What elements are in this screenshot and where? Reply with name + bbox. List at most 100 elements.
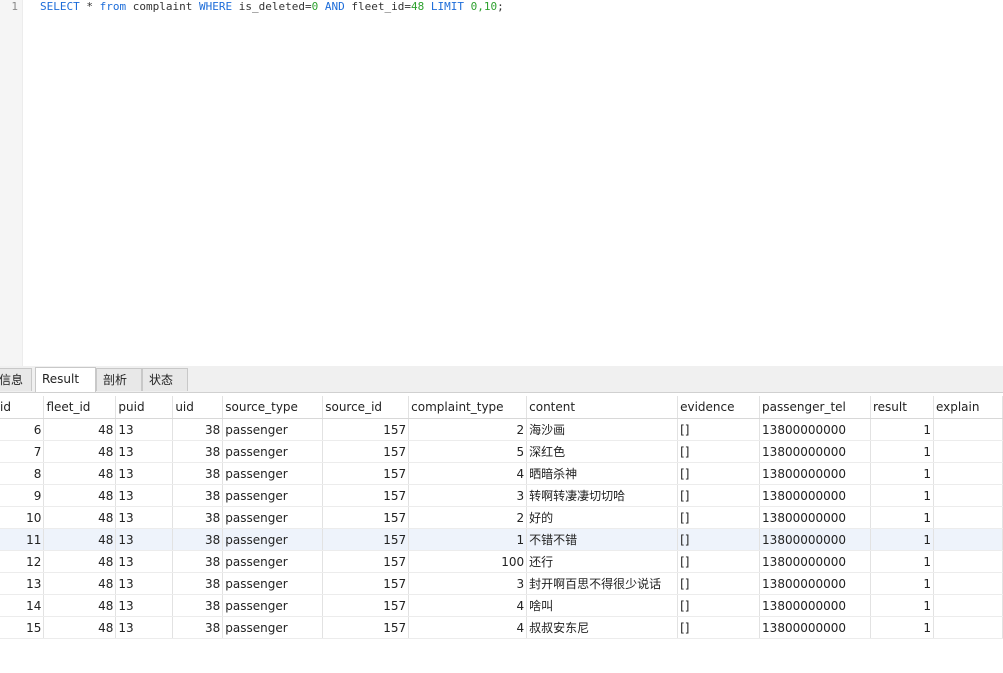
cell-content[interactable]: 转啊转凄凄切切哈 xyxy=(526,484,679,507)
cell-id[interactable]: 8 xyxy=(0,462,45,485)
cell-complaint-type[interactable]: 1 xyxy=(408,528,528,551)
cell-uid[interactable]: 38 xyxy=(172,484,224,507)
cell-source-id[interactable]: 157 xyxy=(322,550,410,573)
cell-id[interactable]: 12 xyxy=(0,550,45,573)
cell-result[interactable]: 1 xyxy=(870,616,934,639)
cell-fleet-id[interactable]: 48 xyxy=(43,484,117,507)
cell-id[interactable]: 9 xyxy=(0,484,45,507)
column-header-fleet-id[interactable]: fleet_id xyxy=(43,396,117,419)
tab-info[interactable]: 信息 xyxy=(0,368,32,391)
cell-puid[interactable]: 13 xyxy=(115,572,174,595)
cell-source-type[interactable]: passenger xyxy=(222,572,324,595)
cell-result[interactable]: 1 xyxy=(870,440,934,463)
cell-result[interactable]: 1 xyxy=(870,572,934,595)
cell-evidence[interactable]: [] xyxy=(677,528,761,551)
cell-puid[interactable]: 13 xyxy=(115,550,174,573)
cell-uid[interactable]: 38 xyxy=(172,462,224,485)
table-row[interactable]: 9 48 13 38 passenger 157 3 转啊转凄凄切切哈[] 1380000000… xyxy=(0,484,1003,507)
cell-explain[interactable] xyxy=(933,528,1003,551)
column-header-id[interactable]: id xyxy=(0,396,45,419)
column-header-puid[interactable]: puid xyxy=(115,396,174,419)
cell-explain[interactable] xyxy=(933,594,1003,617)
cell-passenger-tel[interactable]: 13800000000 xyxy=(759,440,871,463)
cell-source-type[interactable]: passenger xyxy=(222,550,324,573)
cell-complaint-type[interactable]: 4 xyxy=(408,594,528,617)
cell-complaint-type[interactable]: 2 xyxy=(408,418,528,441)
cell-puid[interactable]: 13 xyxy=(115,528,174,551)
table-row[interactable]: 12 48 13 38 passenger 157 100 还行[] 13800000000 1 xyxy=(0,550,1003,573)
cell-puid[interactable]: 13 xyxy=(115,484,174,507)
cell-explain[interactable] xyxy=(933,462,1003,485)
tab-result-1[interactable]: Result 1 xyxy=(35,367,96,409)
cell-evidence[interactable]: [] xyxy=(677,462,761,485)
cell-fleet-id[interactable]: 48 xyxy=(43,506,117,529)
cell-explain[interactable] xyxy=(933,440,1003,463)
cell-fleet-id[interactable]: 48 xyxy=(43,462,117,485)
column-header-complaint-type[interactable]: complaint_type xyxy=(408,396,528,419)
cell-evidence[interactable]: [] xyxy=(677,484,761,507)
cell-explain[interactable] xyxy=(933,418,1003,441)
cell-id[interactable]: 13 xyxy=(0,572,45,595)
cell-id[interactable]: 15 xyxy=(0,616,45,639)
cell-content[interactable]: 啥叫 xyxy=(526,594,679,617)
cell-content[interactable]: 好的 xyxy=(526,506,679,529)
cell-source-id[interactable]: 157 xyxy=(322,506,410,529)
cell-uid[interactable]: 38 xyxy=(172,440,224,463)
cell-result[interactable]: 1 xyxy=(870,550,934,573)
cell-source-id[interactable]: 157 xyxy=(322,616,410,639)
cell-complaint-type[interactable]: 3 xyxy=(408,484,528,507)
cell-uid[interactable]: 38 xyxy=(172,418,224,441)
sql-editor[interactable]: 1 SELECT * from complaint WHERE is_delet… xyxy=(0,0,1003,366)
cell-passenger-tel[interactable]: 13800000000 xyxy=(759,418,871,441)
cell-uid[interactable]: 38 xyxy=(172,550,224,573)
cell-passenger-tel[interactable]: 13800000000 xyxy=(759,528,871,551)
cell-source-type[interactable]: passenger xyxy=(222,506,324,529)
cell-content[interactable]: 叔叔安东尼 xyxy=(526,616,679,639)
cell-fleet-id[interactable]: 48 xyxy=(43,594,117,617)
cell-explain[interactable] xyxy=(933,484,1003,507)
column-header-passenger-tel[interactable]: passenger_tel xyxy=(759,396,871,419)
cell-evidence[interactable]: [] xyxy=(677,506,761,529)
cell-uid[interactable]: 38 xyxy=(172,572,224,595)
result-grid[interactable]: id fleet_id puid uid source_type source_id com… xyxy=(0,396,1003,639)
table-row[interactable]: 8 48 13 38 passenger 157 4 晒暗杀神[] 13800000000 1 xyxy=(0,462,1003,485)
cell-explain[interactable] xyxy=(933,572,1003,595)
sql-query-line[interactable]: SELECT * from complaint WHERE is_deleted… xyxy=(40,0,504,14)
cell-result[interactable]: 1 xyxy=(870,462,934,485)
cell-result[interactable]: 1 xyxy=(870,506,934,529)
cell-result[interactable]: 1 xyxy=(870,528,934,551)
cell-fleet-id[interactable]: 48 xyxy=(43,418,117,441)
cell-uid[interactable]: 38 xyxy=(172,594,224,617)
cell-content[interactable]: 晒暗杀神 xyxy=(526,462,679,485)
cell-puid[interactable]: 13 xyxy=(115,462,174,485)
cell-fleet-id[interactable]: 48 xyxy=(43,528,117,551)
cell-content[interactable]: 不错不错 xyxy=(526,528,679,551)
cell-evidence[interactable]: [] xyxy=(677,616,761,639)
table-row[interactable]: 6 48 13 38 passenger 157 2 海沙画[] 13800000000 1 xyxy=(0,418,1003,441)
cell-explain[interactable] xyxy=(933,550,1003,573)
cell-result[interactable]: 1 xyxy=(870,418,934,441)
column-header-content[interactable]: content xyxy=(526,396,679,419)
cell-evidence[interactable]: [] xyxy=(677,440,761,463)
cell-source-type[interactable]: passenger xyxy=(222,418,324,441)
cell-passenger-tel[interactable]: 13800000000 xyxy=(759,506,871,529)
cell-fleet-id[interactable]: 48 xyxy=(43,550,117,573)
cell-passenger-tel[interactable]: 13800000000 xyxy=(759,572,871,595)
cell-source-id[interactable]: 157 xyxy=(322,594,410,617)
cell-complaint-type[interactable]: 3 xyxy=(408,572,528,595)
table-row[interactable]: 13 48 13 38 passenger 157 3 封开啊百思不得很少说话[] 138000… xyxy=(0,572,1003,595)
cell-fleet-id[interactable]: 48 xyxy=(43,616,117,639)
cell-source-id[interactable]: 157 xyxy=(322,572,410,595)
cell-source-id[interactable]: 157 xyxy=(322,440,410,463)
table-row[interactable]: 14 48 13 38 passenger 157 4 啥叫[] 13800000000 1 xyxy=(0,594,1003,617)
cell-puid[interactable]: 13 xyxy=(115,616,174,639)
cell-source-type[interactable]: passenger xyxy=(222,616,324,639)
cell-source-type[interactable]: passenger xyxy=(222,484,324,507)
cell-source-id[interactable]: 157 xyxy=(322,528,410,551)
cell-content[interactable]: 深红色 xyxy=(526,440,679,463)
tab-profile[interactable]: 剖析 xyxy=(96,368,142,391)
cell-result[interactable]: 1 xyxy=(870,594,934,617)
cell-uid[interactable]: 38 xyxy=(172,616,224,639)
cell-complaint-type[interactable]: 4 xyxy=(408,616,528,639)
table-row[interactable]: 15 48 13 38 passenger 157 4 叔叔安东尼[] 13800000000 1 xyxy=(0,616,1003,639)
